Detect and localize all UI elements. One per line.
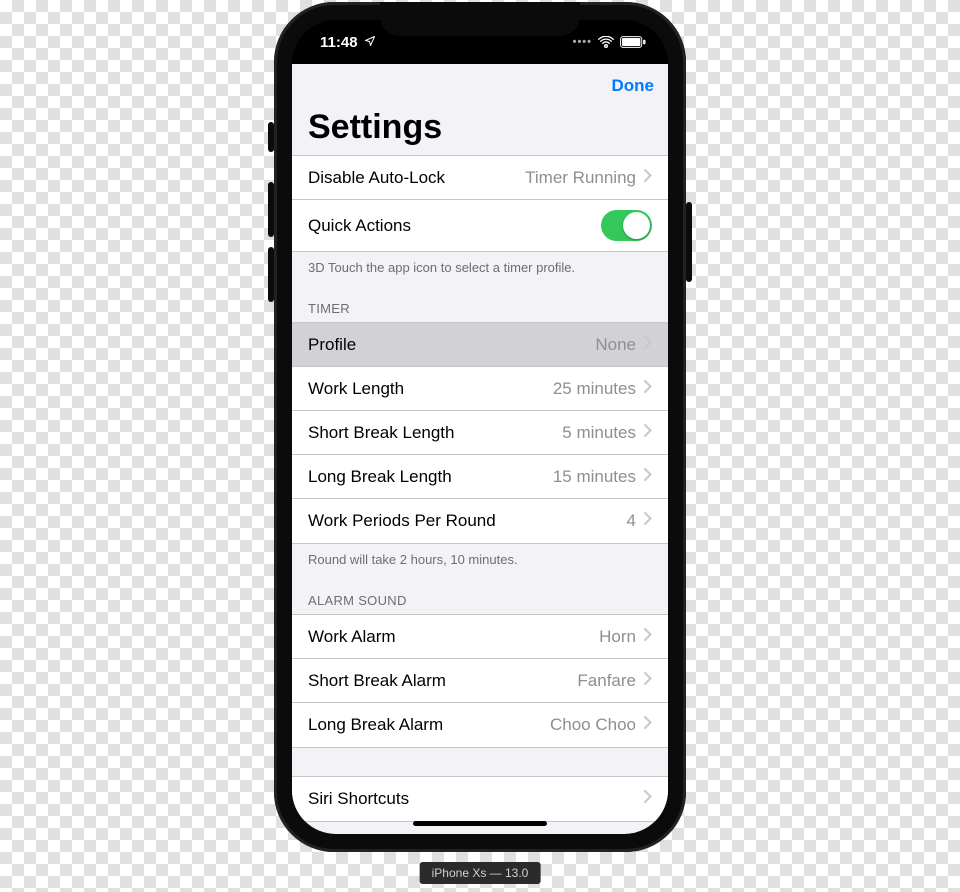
alarm-header: ALARM SOUND [292,567,668,614]
row-profile[interactable]: Profile None [292,323,668,367]
volume-down [268,247,274,302]
row-label: Profile [308,335,356,355]
power-button [686,202,692,282]
row-value: Choo Choo [550,715,636,735]
row-label: Work Alarm [308,627,396,647]
chevron-right-icon [644,169,652,187]
timer-group: Profile None Work Length 25 minutes Short Br… [292,322,668,544]
row-label: Work Length [308,379,404,399]
notch [380,2,580,36]
row-label: Work Periods Per Round [308,511,496,531]
chevron-right-icon [644,512,652,530]
done-button[interactable]: Done [612,76,655,96]
settings-list[interactable]: Disable Auto-Lock Timer Running Quick Ac… [292,155,668,834]
row-value: 4 [627,511,636,531]
wifi-icon [598,36,614,48]
row-quick-actions[interactable]: Quick Actions [292,200,668,251]
row-value: Horn [599,627,636,647]
chevron-right-icon [644,380,652,398]
row-label: Long Break Length [308,467,452,487]
row-label: Long Break Alarm [308,715,443,735]
row-work-periods[interactable]: Work Periods Per Round 4 [292,499,668,543]
row-label: Siri Shortcuts [308,789,409,809]
siri-group: Siri Shortcuts [292,776,668,822]
device-frame: 11:48 •••• Done Settings [274,2,686,852]
row-value: 5 minutes [562,423,636,443]
chevron-right-icon [644,672,652,690]
row-label: Quick Actions [308,216,411,236]
row-value: 25 minutes [553,379,636,399]
row-work-alarm[interactable]: Work Alarm Horn [292,615,668,659]
navbar: Done [292,64,668,108]
alarm-group: Work Alarm Horn Short Break Alarm Fanfare Lo… [292,614,668,748]
chevron-right-icon [644,628,652,646]
timer-header: TIMER [292,275,668,322]
general-footer: 3D Touch the app icon to select a timer … [292,252,668,275]
screen: 11:48 •••• Done Settings [292,20,668,834]
row-work-length[interactable]: Work Length 25 minutes [292,367,668,411]
row-label: Short Break Length [308,423,454,443]
row-siri-shortcuts[interactable]: Siri Shortcuts [292,777,668,821]
chevron-right-icon [644,468,652,486]
location-icon [364,34,376,51]
battery-icon [620,36,646,48]
status-time: 11:48 [320,34,358,51]
row-value: 15 minutes [553,467,636,487]
row-label: Short Break Alarm [308,671,446,691]
row-short-break-alarm[interactable]: Short Break Alarm Fanfare [292,659,668,703]
row-long-break-length[interactable]: Long Break Length 15 minutes [292,455,668,499]
home-indicator[interactable] [413,821,547,826]
chevron-right-icon [644,424,652,442]
row-long-break-alarm[interactable]: Long Break Alarm Choo Choo [292,703,668,747]
chevron-right-icon [644,716,652,734]
simulator-caption: iPhone Xs — 13.0 [420,862,541,884]
volume-up [268,182,274,237]
cellular-dots-icon: •••• [573,36,592,48]
timer-footer: Round will take 2 hours, 10 minutes. [292,544,668,567]
chevron-right-icon [644,790,652,808]
mute-switch [268,122,274,152]
row-value: None [595,335,636,355]
row-label: Disable Auto-Lock [308,168,445,188]
row-disable-auto-lock[interactable]: Disable Auto-Lock Timer Running [292,156,668,200]
general-group: Disable Auto-Lock Timer Running Quick Ac… [292,155,668,252]
row-value: Timer Running [525,168,636,188]
row-value: Fanfare [577,671,636,691]
quick-actions-toggle[interactable] [601,210,652,241]
chevron-right-icon [644,336,652,354]
row-short-break-length[interactable]: Short Break Length 5 minutes [292,411,668,455]
page-title: Settings [292,108,668,155]
